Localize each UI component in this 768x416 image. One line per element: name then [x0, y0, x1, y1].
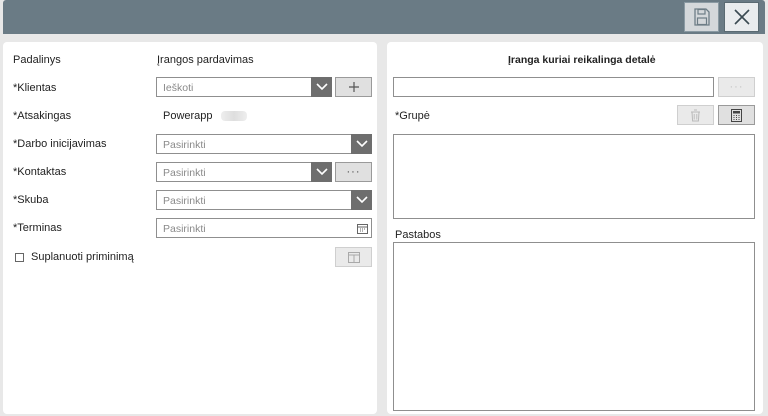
- skuba-label: *Skuba: [13, 194, 49, 206]
- close-button[interactable]: [724, 2, 759, 32]
- atsakingas-value: Powerapp: [163, 110, 213, 122]
- calculator-icon: [731, 108, 742, 122]
- save-icon: [693, 8, 710, 26]
- grupe-textarea[interactable]: [393, 134, 755, 219]
- calculator-button[interactable]: [718, 105, 755, 125]
- klientas-placeholder: Ieškoti: [163, 82, 194, 94]
- iranga-title: Įranga kuriai reikalinga detalė: [508, 54, 656, 66]
- calendar-button[interactable]: [353, 219, 371, 237]
- darbo-inicijavimas-select[interactable]: Pasirinkti: [156, 134, 372, 154]
- darbo-inicijavimas-label: *Darbo inicijavimas: [13, 138, 107, 150]
- darbo-inicijavimas-dropdown-button[interactable]: [351, 134, 372, 154]
- add-klientas-button[interactable]: [335, 77, 372, 97]
- terminas-date-input[interactable]: Pasirinkti: [156, 218, 372, 238]
- skuba-select[interactable]: Pasirinkti: [156, 190, 372, 210]
- left-panel: Padalinys Įrangos pardavimas *Klientas I…: [3, 42, 377, 414]
- kontaktas-more-button[interactable]: ···: [335, 162, 372, 182]
- kontaktas-select[interactable]: Pasirinkti: [156, 162, 332, 182]
- priminimas-checkbox[interactable]: [15, 253, 24, 262]
- chevron-down-icon: [315, 83, 328, 91]
- iranga-more-button[interactable]: ···: [718, 77, 755, 97]
- skuba-placeholder: Pasirinkti: [163, 195, 206, 207]
- kontaktas-label: *Kontaktas: [13, 166, 67, 178]
- pastabos-textarea[interactable]: [393, 242, 755, 411]
- iranga-search-input[interactable]: [393, 77, 714, 97]
- priminimas-button[interactable]: [335, 247, 372, 267]
- padalinys-label: Padalinys: [13, 54, 61, 66]
- chevron-down-icon: [315, 168, 328, 176]
- klientas-dropdown-button[interactable]: [311, 77, 332, 97]
- calendar-icon: [356, 223, 368, 234]
- priminimas-label: Suplanuoti priminimą: [31, 251, 134, 263]
- klientas-search-input[interactable]: Ieškoti: [156, 77, 332, 97]
- padalinys-value: Įrangos pardavimas: [157, 54, 254, 66]
- chevron-down-icon: [355, 140, 368, 148]
- skuba-dropdown-button[interactable]: [351, 190, 372, 210]
- close-icon: [733, 9, 750, 25]
- atsakingas-label: *Atsakingas: [13, 110, 72, 122]
- save-button[interactable]: [684, 2, 719, 32]
- right-panel: Įranga kuriai reikalinga detalė ··· *Gru…: [387, 42, 763, 414]
- chevron-down-icon: [355, 196, 368, 204]
- grupe-label: *Grupė: [395, 110, 430, 122]
- kontaktas-placeholder: Pasirinkti: [163, 167, 206, 179]
- klientas-label: *Klientas: [13, 82, 57, 94]
- delete-grupe-button[interactable]: [677, 105, 714, 125]
- pastabos-label: Pastabos: [395, 229, 441, 241]
- darbo-inicijavimas-placeholder: Pasirinkti: [163, 139, 206, 151]
- reminder-icon: [347, 251, 360, 263]
- redacted-name: [221, 111, 247, 121]
- trash-icon: [691, 109, 700, 121]
- top-toolbar: [3, 0, 765, 34]
- kontaktas-dropdown-button[interactable]: [311, 162, 332, 182]
- terminas-label: *Terminas: [13, 222, 62, 234]
- terminas-placeholder: Pasirinkti: [163, 223, 206, 235]
- plus-icon: [348, 82, 359, 92]
